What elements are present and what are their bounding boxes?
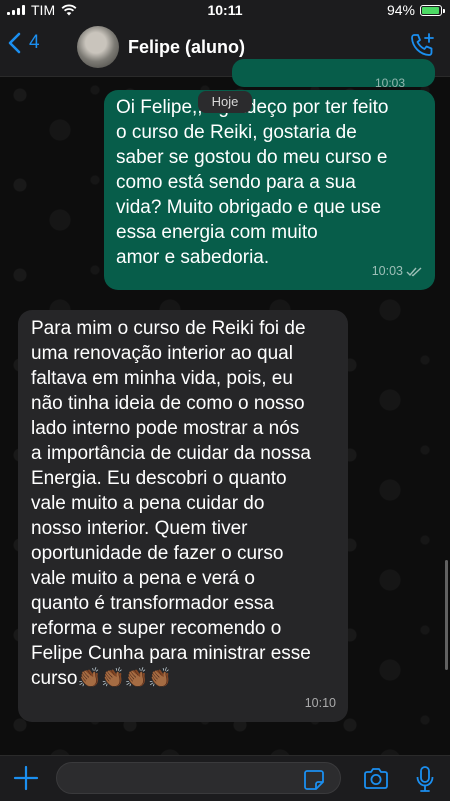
composer-bar [0, 755, 450, 801]
date-separator: Hoje [198, 91, 252, 113]
battery-percent: 94% [386, 2, 415, 18]
status-bar: TIM 10:11 94% [0, 0, 450, 20]
attach-button[interactable] [12, 764, 40, 797]
chevron-left-icon [8, 32, 21, 54]
unread-count: 4 [29, 32, 40, 53]
sticker-icon [304, 770, 324, 790]
message-time: 10:03 [374, 76, 405, 90]
avatar[interactable] [77, 26, 119, 68]
previous-message-bubble[interactable]: 10:03 [232, 59, 435, 90]
camera-icon [364, 768, 388, 789]
back-button[interactable]: 4 [8, 32, 40, 54]
message-input[interactable] [56, 762, 341, 794]
received-message-bubble[interactable]: Para mim o curso de Reiki foi de uma ren… [18, 310, 348, 722]
sent-message-bubble[interactable]: Oi Felipe,, agradeço por ter feito o cur… [104, 90, 435, 290]
message-time: 10:03 [371, 264, 403, 278]
phone-plus-icon [411, 33, 434, 56]
scrollbar[interactable] [445, 560, 448, 670]
battery-icon [420, 4, 445, 16]
sticker-button[interactable] [303, 769, 325, 796]
battery-fill [422, 6, 439, 14]
camera-button[interactable] [362, 767, 390, 796]
contact-name[interactable]: Felipe (aluno) [128, 37, 245, 58]
message-time: 10:10 [304, 696, 336, 710]
microphone-icon [416, 766, 434, 792]
message-text: Oi Felipe,, agradeço por ter feito o cur… [116, 97, 389, 268]
plus-icon [13, 765, 39, 791]
clock: 10:11 [207, 2, 243, 18]
message-text: Para mim o curso de Reiki foi de uma ren… [31, 318, 311, 689]
double-check-icon [406, 267, 422, 277]
microphone-button[interactable] [415, 765, 435, 798]
